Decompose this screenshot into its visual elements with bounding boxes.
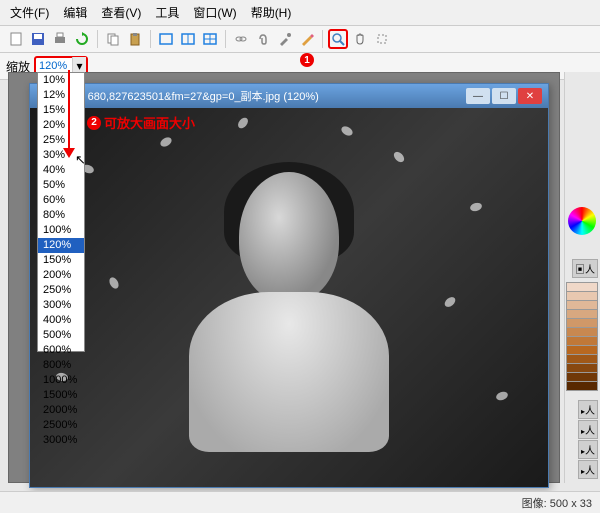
zoom-input[interactable]: [36, 60, 72, 72]
zoom-option[interactable]: 1000%: [38, 373, 84, 388]
menu-edit[interactable]: 编辑: [57, 2, 93, 23]
zoom-dropdown[interactable]: 10%12%15%20%25%30%40%50%60%80%100%120%15…: [37, 72, 85, 352]
zoom-option[interactable]: 12%: [38, 88, 84, 103]
photo-image: [30, 108, 548, 487]
zoom-option[interactable]: 1500%: [38, 388, 84, 403]
zoom-option[interactable]: 3000%: [38, 433, 84, 448]
zoom-option[interactable]: 50%: [38, 178, 84, 193]
document-titlebar[interactable]: u 680,827623501&fm=27&gp=0_副本.jpg (120%)…: [30, 84, 548, 108]
zoom-option[interactable]: 150%: [38, 253, 84, 268]
dropper-icon[interactable]: [275, 29, 295, 49]
annotation-badge-2: 2: [87, 116, 101, 130]
separator: [150, 30, 151, 48]
link-icon[interactable]: [231, 29, 251, 49]
window3-icon[interactable]: [200, 29, 220, 49]
statusbar: 图像: 500 x 33: [0, 491, 600, 513]
print-icon[interactable]: [50, 29, 70, 49]
menubar: 文件(F) 编辑 查看(V) 工具 窗口(W) 帮助(H): [0, 0, 600, 26]
reload-icon[interactable]: [72, 29, 92, 49]
annotation-text-2: 可放大画面大小: [104, 113, 195, 132]
copy-icon[interactable]: [103, 29, 123, 49]
menu-file[interactable]: 文件(F): [4, 2, 55, 23]
color-wheel-icon[interactable]: [568, 207, 596, 235]
window-controls: — ☐ ✕: [466, 88, 542, 104]
right-panel: ▣人 ▸人▸人▸人▸人: [564, 72, 600, 483]
window1-icon[interactable]: [156, 29, 176, 49]
mini-label[interactable]: ▸人: [578, 460, 598, 479]
menu-tools[interactable]: 工具: [149, 2, 185, 23]
zoom-option[interactable]: 800%: [38, 358, 84, 373]
attach-icon[interactable]: [253, 29, 273, 49]
minimize-button[interactable]: —: [466, 88, 490, 104]
save-icon[interactable]: [28, 29, 48, 49]
zoom-option[interactable]: 200%: [38, 268, 84, 283]
color-swatch[interactable]: [566, 381, 598, 391]
swatch-strip: [566, 282, 598, 390]
zoom-option[interactable]: 2000%: [38, 403, 84, 418]
close-button[interactable]: ✕: [518, 88, 542, 104]
zoom-option[interactable]: 25%: [38, 133, 84, 148]
menu-view[interactable]: 查看(V): [95, 2, 147, 23]
pencil-icon[interactable]: [297, 29, 317, 49]
zoom-option[interactable]: 2500%: [38, 418, 84, 433]
mini-labels: ▸人▸人▸人▸人: [578, 399, 598, 479]
separator: [97, 30, 98, 48]
workspace: u 680,827623501&fm=27&gp=0_副本.jpg (120%)…: [8, 72, 560, 483]
zoom-option[interactable]: 500%: [38, 328, 84, 343]
mini-label[interactable]: ▸人: [578, 420, 598, 439]
zoom-option[interactable]: 60%: [38, 193, 84, 208]
document-content[interactable]: [30, 108, 548, 487]
cursor-icon: ↖: [75, 152, 86, 168]
mini-label[interactable]: ▸人: [578, 400, 598, 419]
zoom-option[interactable]: 10%: [38, 73, 84, 88]
new-icon[interactable]: [6, 29, 26, 49]
zoom-option[interactable]: 400%: [38, 313, 84, 328]
zoom-option[interactable]: 15%: [38, 103, 84, 118]
status-text: 图像: 500 x 33: [522, 495, 592, 511]
panel-label[interactable]: ▣人: [572, 259, 598, 278]
menu-help[interactable]: 帮助(H): [245, 2, 298, 23]
annotation-badge-1: 1: [300, 53, 314, 67]
hand-icon[interactable]: [350, 29, 370, 49]
document-title: u 680,827623501&fm=27&gp=0_副本.jpg (120%): [54, 88, 466, 104]
annotation-arrow: [68, 70, 70, 152]
window2-icon[interactable]: [178, 29, 198, 49]
zoom-option[interactable]: 120%: [38, 238, 84, 253]
menu-window[interactable]: 窗口(W): [187, 2, 242, 23]
separator: [322, 30, 323, 48]
mini-label[interactable]: ▸人: [578, 440, 598, 459]
annotation-arrowhead: [63, 148, 75, 158]
zoom-icon[interactable]: [328, 29, 348, 49]
zoom-option[interactable]: 20%: [38, 118, 84, 133]
zoom-option[interactable]: 600%: [38, 343, 84, 358]
toolbar: [0, 26, 600, 53]
zoom-option[interactable]: 300%: [38, 298, 84, 313]
zoom-option[interactable]: 80%: [38, 208, 84, 223]
zoom-option[interactable]: 250%: [38, 283, 84, 298]
crop-icon[interactable]: [372, 29, 392, 49]
paste-icon[interactable]: [125, 29, 145, 49]
separator: [225, 30, 226, 48]
annotation-2: 2 可放大画面大小: [87, 113, 195, 132]
maximize-button[interactable]: ☐: [492, 88, 516, 104]
document-window[interactable]: u 680,827623501&fm=27&gp=0_副本.jpg (120%)…: [29, 83, 549, 488]
zoom-option[interactable]: 100%: [38, 223, 84, 238]
